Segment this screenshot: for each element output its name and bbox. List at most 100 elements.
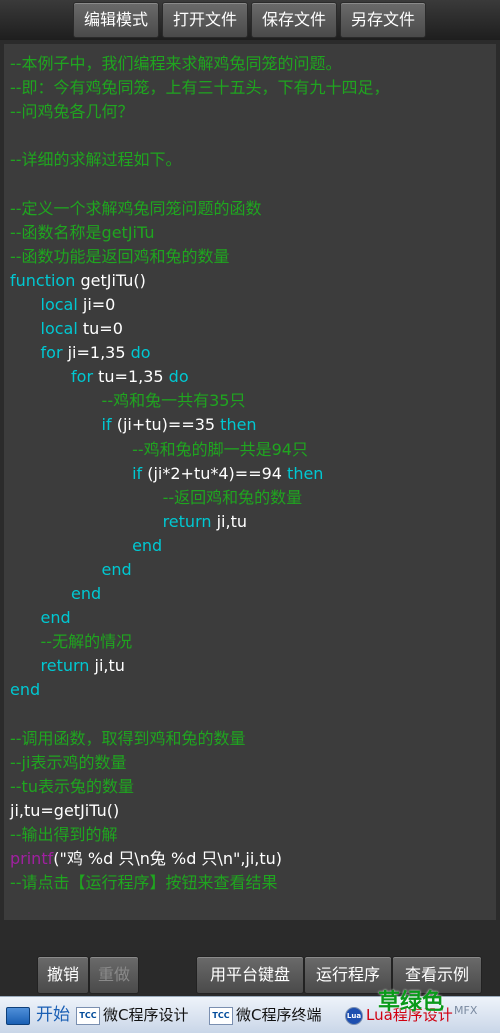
code-comment: --鸡和兔一共有35只 xyxy=(101,391,246,411)
code-comment: --函数功能是返回鸡和兔的数量 xyxy=(10,246,230,266)
code-line: for ji=1,35 do xyxy=(10,341,496,365)
green-overlay-text: 草绿色 xyxy=(378,990,445,1015)
code-text: ji,tu xyxy=(89,656,125,676)
code-keyword: if xyxy=(132,463,143,483)
corner-watermark-text: MFX xyxy=(454,1004,478,1017)
code-line: end xyxy=(10,678,496,702)
code-line: --请点击【运行程序】按钮来查看结果 xyxy=(10,871,496,895)
code-comment: --鸡和兔的脚一共是94只 xyxy=(132,439,308,459)
start-label: 开始 xyxy=(36,1005,70,1025)
windows-logo-icon xyxy=(6,1007,30,1025)
code-comment: --输出得到的解 xyxy=(10,825,118,844)
save-as-button[interactable]: 另存文件 xyxy=(340,2,426,38)
code-comment: --详细的求解过程如下。 xyxy=(10,150,182,170)
code-keyword: for xyxy=(71,367,94,387)
code-line: --定义一个求解鸡兔同笼问题的函数 xyxy=(10,197,496,221)
code-text: printf xyxy=(10,849,54,869)
code-text: tu=0 xyxy=(77,319,123,339)
code-line: end xyxy=(10,558,496,582)
open-file-button[interactable]: 打开文件 xyxy=(162,2,248,38)
code-line: --函数功能是返回鸡和兔的数量 xyxy=(10,245,496,269)
code-comment: --ji表示鸡的数量 xyxy=(10,752,127,772)
edit-mode-button[interactable]: 编辑模式 xyxy=(73,2,159,38)
redo-button[interactable]: 重做 xyxy=(89,956,139,994)
code-line: function getJiTu() xyxy=(10,269,496,293)
code-line: return ji,tu xyxy=(10,654,496,678)
top-toolbar: 编辑模式 打开文件 保存文件 另存文件 xyxy=(0,0,500,40)
code-line: --ji表示鸡的数量 xyxy=(10,751,496,775)
code-line: --输出得到的解 xyxy=(10,823,496,847)
undo-button[interactable]: 撤销 xyxy=(37,956,89,994)
code-keyword: return xyxy=(40,656,90,676)
code-keyword: do xyxy=(130,343,151,363)
code-keyword: return xyxy=(162,511,212,531)
code-line: --鸡和兔的脚一共是94只 xyxy=(10,438,496,462)
code-line: --函数名称是getJiTu xyxy=(10,221,496,245)
code-keyword: local xyxy=(40,294,78,314)
code-line: return ji,tu xyxy=(10,510,496,534)
taskbar-item-label: 微C程序终端 xyxy=(236,1006,322,1024)
code-text: (ji+tu)==35 xyxy=(111,415,221,435)
taskbar-item-micro-c-terminal[interactable]: TCC 微C程序终端 xyxy=(209,1000,321,1030)
code-line: --无解的情况 xyxy=(10,630,496,654)
code-comment: --调用函数，取得到鸡和兔的数量 xyxy=(10,728,246,748)
code-line: end xyxy=(10,582,496,606)
code-keyword: function xyxy=(10,270,76,290)
code-line: printf("鸡 %d 只\n兔 %d 只\n",ji,tu) xyxy=(10,847,496,871)
code-comment: --函数名称是getJiTu xyxy=(10,222,155,242)
code-keyword: then xyxy=(220,415,257,435)
save-file-button[interactable]: 保存文件 xyxy=(251,2,337,38)
code-comment: --定义一个求解鸡兔同笼问题的函数 xyxy=(10,198,262,218)
code-keyword: local xyxy=(40,319,78,339)
code-text: ("鸡 %d 只\n兔 %d 只\n",ji,tu) xyxy=(53,849,283,869)
tcc-app-icon: TCC xyxy=(76,1007,100,1025)
code-text-area[interactable]: --本例子中，我们编程来求解鸡兔同笼的问题。 --即：今有鸡兔同笼，上有三十五头，… xyxy=(4,44,496,895)
code-line: --调用函数，取得到鸡和兔的数量 xyxy=(10,727,496,751)
code-line: --即：今有鸡兔同笼，上有三十五头，下有九十四足， xyxy=(10,76,496,100)
code-line: --鸡和兔一共有35只 xyxy=(10,389,496,413)
taskbar-item-micro-c-design[interactable]: TCC 微C程序设计 xyxy=(76,1000,188,1030)
code-line: if (ji*2+tu*4)==94 then xyxy=(10,462,496,486)
code-editor[interactable]: --本例子中，我们编程来求解鸡兔同笼的问题。 --即：今有鸡兔同笼，上有三十五头，… xyxy=(4,44,496,920)
code-keyword: end xyxy=(10,680,41,700)
code-text: (ji*2+tu*4)==94 xyxy=(142,463,288,483)
code-line: local ji=0 xyxy=(10,293,496,317)
start-button[interactable]: 开始 xyxy=(2,1001,72,1029)
platform-keyboard-button[interactable]: 用平台键盘 xyxy=(196,956,304,994)
code-comment: --返回鸡和兔的数量 xyxy=(162,487,303,507)
code-keyword: do xyxy=(168,367,189,387)
tcc-app-icon: TCC xyxy=(209,1007,233,1025)
code-keyword: then xyxy=(287,463,324,483)
code-line: --问鸡兔各几何？ xyxy=(10,100,496,124)
taskbar-item-label: 微C程序设计 xyxy=(103,1006,189,1024)
code-line: --本例子中，我们编程来求解鸡兔同笼的问题。 xyxy=(10,52,496,76)
code-text: ji,tu=getJiTu() xyxy=(10,800,120,820)
code-keyword: end xyxy=(101,559,132,579)
code-comment: --请点击【运行程序】按钮来查看结果 xyxy=(10,873,278,893)
code-line: end xyxy=(10,606,496,630)
code-keyword: if xyxy=(101,415,112,435)
code-line: ji,tu=getJiTu() xyxy=(10,799,496,823)
code-comment: --tu表示兔的数量 xyxy=(10,776,134,796)
code-line: local tu=0 xyxy=(10,317,496,341)
code-keyword: end xyxy=(71,584,102,604)
code-text: getJiTu() xyxy=(75,270,146,290)
code-comment: --无解的情况 xyxy=(40,632,133,652)
code-line: --返回鸡和兔的数量 xyxy=(10,486,496,510)
code-text: ji=1,35 xyxy=(62,343,131,363)
code-line: --tu表示兔的数量 xyxy=(10,775,496,799)
